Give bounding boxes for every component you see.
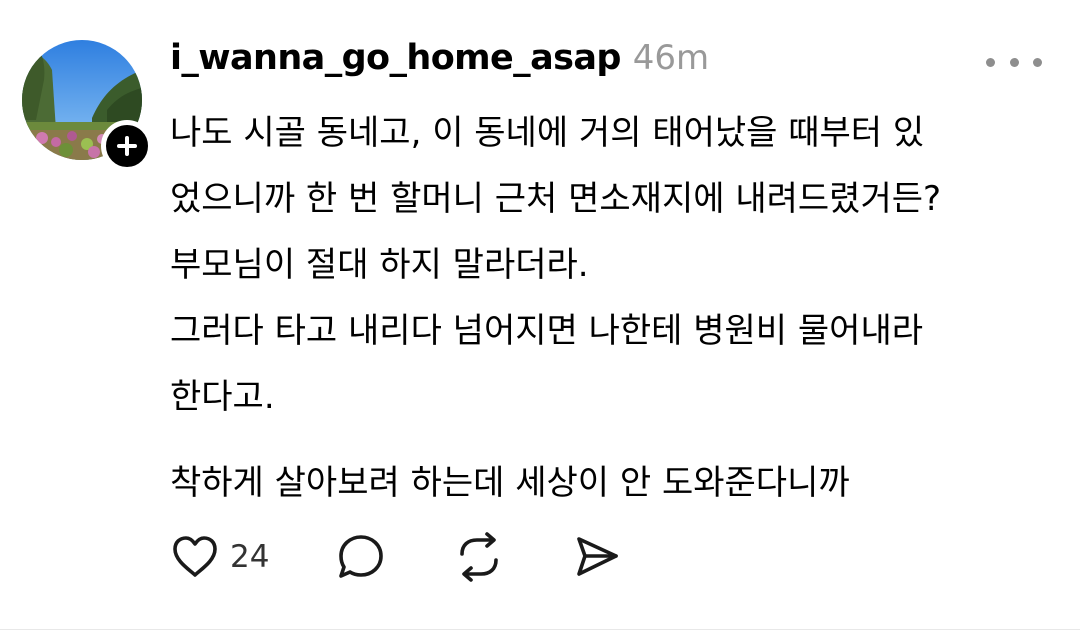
repost-icon <box>460 532 499 582</box>
like-button[interactable]: 24 <box>170 532 269 582</box>
share-send-icon <box>577 537 619 576</box>
action-bar: 24 <box>170 528 623 586</box>
body-line: 었으니까 한 번 할머니 근처 면소재지에 내려드렸거든? <box>170 179 942 219</box>
repost-button[interactable] <box>453 531 505 583</box>
comment-bubble-icon <box>339 535 384 578</box>
body-line: 한다고. <box>170 377 275 417</box>
body-line: 그러다 타고 내리다 넘어지면 나한테 병원비 물어내라 <box>170 311 924 351</box>
more-dots-icon <box>986 57 995 67</box>
follow-button[interactable] <box>101 120 153 172</box>
post-timestamp: 46m <box>632 38 710 78</box>
more-dots-icon <box>1033 57 1042 67</box>
post-header: i_wanna_go_home_asap 46m <box>170 38 709 88</box>
plus-icon <box>117 136 137 156</box>
comment-button[interactable] <box>335 531 387 583</box>
username[interactable]: i_wanna_go_home_asap <box>170 38 621 78</box>
more-dots-icon <box>1009 57 1019 67</box>
more-options-button[interactable] <box>986 46 1042 78</box>
body-line: 부모님이 절대 하지 말라더라. <box>170 245 589 285</box>
avatar-container <box>22 40 153 172</box>
heart-icon <box>173 536 217 577</box>
body-line: 나도 시골 동네고, 이 동네에 거의 태어났을 때부터 있 <box>170 113 925 153</box>
closing-line: 착하게 살아보려 하는데 세상이 안 도와준다니까 <box>170 463 850 503</box>
like-count: 24 <box>230 539 270 575</box>
post-body: 나도 시골 동네고, 이 동네에 거의 태어났을 때부터 있 었으니까 한 번 … <box>170 100 1065 516</box>
thread-post: i_wanna_go_home_asap 46m 나도 시골 동네고, 이 동네… <box>0 0 1080 630</box>
share-button[interactable] <box>571 531 623 583</box>
